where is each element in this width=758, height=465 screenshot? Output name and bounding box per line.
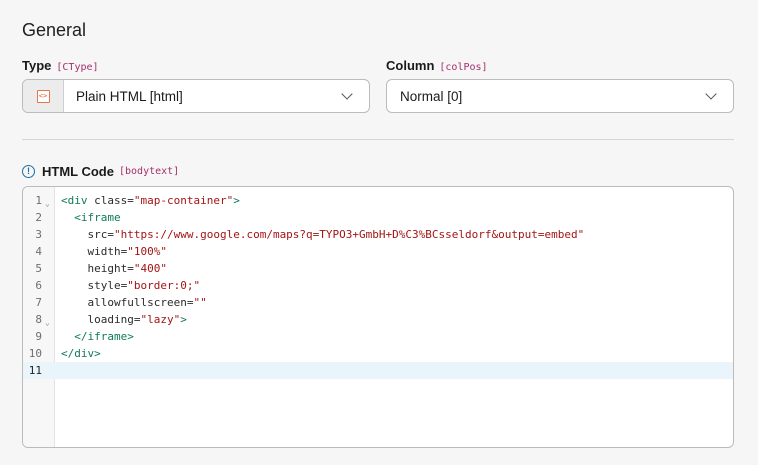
line-number: 10 (28, 347, 42, 360)
code-token: style= (87, 279, 128, 292)
html-code-field-key: [bodytext] (118, 166, 180, 177)
column-select-value: Normal [0] (400, 88, 463, 104)
line-code: src="https://www.google.com/maps?q=TYPO3… (61, 226, 585, 243)
code-token: src= (87, 228, 115, 241)
code-token: height= (87, 262, 134, 275)
divider (22, 139, 734, 140)
code-token: "" (193, 296, 207, 309)
code-token: > (233, 194, 240, 207)
column-field-key: [colPos] (439, 62, 488, 73)
line-code: </div> (61, 345, 101, 362)
info-icon[interactable]: ! (22, 165, 35, 178)
line-number: 4 (35, 245, 42, 258)
code-line[interactable]: 1 ⌄ <div class="map-container"> (23, 192, 733, 209)
type-label-text: Type (22, 58, 52, 73)
line-number: 3 (35, 228, 42, 241)
code-line[interactable]: 4 width="100%" (23, 243, 733, 260)
line-code: </iframe> (61, 328, 134, 345)
line-code: allowfullscreen="" (61, 294, 207, 311)
code-editor[interactable]: 1 ⌄ <div class="map-container"> 2 <iframe 3 … (22, 186, 734, 448)
line-code: width="100%" (61, 243, 168, 260)
code-line[interactable]: 11 (23, 362, 733, 379)
code-line[interactable]: 6 style="border:0;" (23, 277, 733, 294)
code-line[interactable]: 3 src="https://www.google.com/maps?q=TYP… (23, 226, 733, 243)
line-number: 5 (35, 262, 42, 275)
html-code-icon: <> (36, 89, 50, 103)
line-number: 1 (35, 194, 42, 207)
section-title: General (22, 20, 87, 40)
column-label-text: Column (386, 58, 435, 73)
column-label: Column [colPos] (386, 58, 488, 73)
code-token: </iframe> (74, 330, 134, 343)
code-token: "border:0;" (127, 279, 201, 292)
column-select[interactable]: Normal [0] (386, 79, 734, 113)
type-field-key: [CType] (56, 62, 99, 73)
line-number: 2 (35, 211, 42, 224)
code-token: loading= (87, 313, 141, 326)
code-token: allowfullscreen= (87, 296, 194, 309)
code-line[interactable]: 7 allowfullscreen="" (23, 294, 733, 311)
line-number: 6 (35, 279, 42, 292)
code-token: class= (87, 194, 134, 207)
line-code: <iframe (61, 209, 121, 226)
line-code: style="border:0;" (61, 277, 201, 294)
code-token: <div (61, 194, 88, 207)
code-line[interactable]: 5 height="400" (23, 260, 733, 277)
line-number: 11 (28, 364, 42, 377)
code-line[interactable]: 10 </div> (23, 345, 733, 362)
line-code: height="400" (61, 260, 167, 277)
type-icon-container: <> (23, 80, 64, 112)
line-code: <div class="map-container"> (61, 192, 240, 209)
code-token: <iframe (74, 211, 121, 224)
code-token: "https://www.google.com/maps?q=TYPO3+Gmb… (114, 228, 585, 241)
line-number: 9 (35, 330, 42, 343)
line-number: 8 (35, 313, 42, 326)
code-line[interactable]: 9 </iframe> (23, 328, 733, 345)
type-select[interactable]: <> Plain HTML [html] (22, 79, 370, 113)
chevron-down-icon (341, 88, 353, 100)
code-token: </div> (61, 347, 101, 360)
code-token: "lazy" (140, 313, 181, 326)
line-number: 7 (35, 296, 42, 309)
code-token: "100%" (127, 245, 167, 258)
code-line[interactable]: 2 <iframe (23, 209, 733, 226)
code-token: width= (87, 245, 128, 258)
html-code-label-text: HTML Code (42, 164, 114, 179)
chevron-down-icon (705, 88, 717, 100)
code-token: > (180, 313, 187, 326)
html-code-label: ! HTML Code [bodytext] (22, 164, 179, 179)
code-token: "400" (133, 262, 167, 275)
type-select-value: Plain HTML [html] (76, 88, 183, 104)
type-label: Type [CType] (22, 58, 99, 73)
code-line[interactable]: 8 ⌄ loading="lazy"> (23, 311, 733, 328)
code-token: "map-container" (133, 194, 234, 207)
line-code: loading="lazy"> (61, 311, 187, 328)
